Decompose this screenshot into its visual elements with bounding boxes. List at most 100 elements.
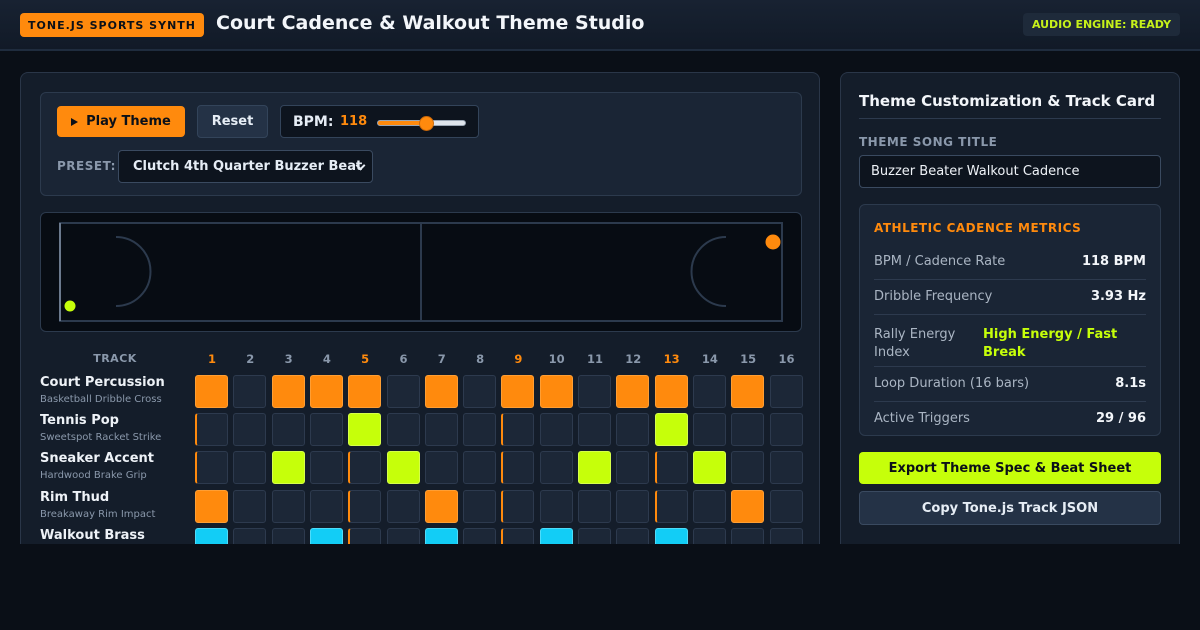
step-cell[interactable]: [539, 527, 573, 544]
step-cell[interactable]: [309, 375, 343, 408]
step-cell[interactable]: [578, 451, 611, 485]
step-cell[interactable]: [501, 451, 535, 485]
step-cell[interactable]: [309, 413, 343, 447]
step-cell[interactable]: [731, 451, 765, 485]
export-theme-button[interactable]: Export Theme Spec & Beat Sheet: [859, 452, 1161, 484]
step-cell[interactable]: [233, 527, 267, 544]
divider: [859, 118, 1161, 119]
step-cell[interactable]: [654, 375, 688, 408]
step-number: 9: [514, 352, 523, 366]
sequencer-header: TRACK 1 2 3 4 5 6 7 8 9 10 11 12 13 14 15 16: [21, 352, 819, 368]
step-cell[interactable]: [271, 375, 305, 408]
step-cell[interactable]: [616, 489, 650, 523]
step-cell[interactable]: [539, 375, 573, 408]
step-cell[interactable]: [731, 489, 765, 523]
step-cell[interactable]: [692, 489, 726, 523]
step-cell[interactable]: [501, 527, 535, 544]
step-cell[interactable]: [386, 413, 420, 447]
play-theme-button[interactable]: Play Theme: [57, 106, 185, 137]
step-cell[interactable]: [616, 413, 650, 447]
metrics-heading: ATHLETIC CADENCE METRICS: [874, 221, 1082, 235]
preset-select[interactable]: Clutch 4th Quarter Buzzer Beat: [118, 150, 373, 183]
step-cell[interactable]: [233, 413, 267, 447]
step-cell[interactable]: [692, 413, 726, 447]
step-cell[interactable]: [731, 375, 765, 408]
step-cell[interactable]: [348, 489, 382, 523]
step-cell[interactable]: [616, 451, 650, 485]
step-cell[interactable]: [578, 489, 611, 523]
step-cell[interactable]: [386, 375, 420, 408]
side-panel-title: Theme Customization & Track Card: [859, 92, 1156, 110]
step-cell[interactable]: [271, 489, 305, 523]
step-cell[interactable]: [654, 527, 688, 544]
basketball-marker: [765, 234, 781, 250]
bpm-slider[interactable]: [377, 116, 466, 131]
step-cell[interactable]: [348, 413, 382, 447]
copy-json-button[interactable]: Copy Tone.js Track JSON: [859, 491, 1161, 525]
step-cell[interactable]: [463, 375, 497, 408]
bpm-slider-thumb[interactable]: [418, 116, 434, 131]
step-cell[interactable]: [386, 489, 420, 523]
step-cell[interactable]: [233, 451, 267, 485]
step-cell[interactable]: [348, 451, 382, 485]
step-cell[interactable]: [769, 527, 803, 544]
step-cell[interactable]: [578, 413, 611, 447]
step-cell[interactable]: [654, 489, 688, 523]
step-cell[interactable]: [463, 413, 497, 447]
step-cell[interactable]: [233, 375, 267, 408]
step-cell[interactable]: [769, 375, 803, 408]
step-cell[interactable]: [692, 451, 726, 485]
step-cell[interactable]: [195, 451, 228, 485]
step-cell[interactable]: [195, 489, 228, 523]
step-cell[interactable]: [271, 527, 305, 544]
step-cell[interactable]: [501, 489, 535, 523]
step-number: 13: [663, 352, 680, 366]
step-cell[interactable]: [424, 413, 458, 447]
step-cell[interactable]: [195, 413, 228, 447]
step-cell[interactable]: [424, 375, 458, 408]
song-title-input[interactable]: Buzzer Beater Walkout Cadence: [859, 155, 1161, 188]
step-cell[interactable]: [769, 451, 803, 485]
step-cell[interactable]: [463, 527, 497, 544]
step-cell[interactable]: [731, 413, 765, 447]
step-cell[interactable]: [539, 451, 573, 485]
step-number: 14: [701, 352, 718, 366]
step-cell[interactable]: [386, 451, 420, 485]
step-cell[interactable]: [309, 527, 343, 544]
step-cell[interactable]: [654, 413, 688, 447]
step-cell[interactable]: [271, 451, 305, 485]
step-cell[interactable]: [654, 451, 688, 485]
step-cell[interactable]: [616, 527, 650, 544]
step-cell[interactable]: [463, 489, 497, 523]
step-cell[interactable]: [769, 489, 803, 523]
step-number: 2: [246, 352, 255, 366]
step-cell[interactable]: [463, 451, 497, 485]
step-cell[interactable]: [692, 375, 726, 408]
step-cell[interactable]: [501, 413, 535, 447]
step-cell[interactable]: [271, 413, 305, 447]
step-cell[interactable]: [386, 527, 420, 544]
step-cell[interactable]: [424, 451, 458, 485]
step-cell[interactable]: [348, 527, 382, 544]
step-cell[interactable]: [195, 375, 228, 408]
step-cell[interactable]: [539, 413, 573, 447]
step-cell[interactable]: [309, 489, 343, 523]
step-cell[interactable]: [424, 489, 458, 523]
track-row: Tennis Pop Sweetspot Racket Strike: [21, 413, 819, 447]
reset-button[interactable]: Reset: [197, 105, 268, 138]
preset-selected-value: Clutch 4th Quarter Buzzer Beat: [133, 159, 363, 174]
step-cell[interactable]: [309, 451, 343, 485]
step-cell[interactable]: [233, 489, 267, 523]
step-cell[interactable]: [692, 527, 726, 544]
step-number: 10: [548, 352, 565, 366]
step-cell[interactable]: [578, 527, 611, 544]
step-cell[interactable]: [539, 489, 573, 523]
step-cell[interactable]: [769, 413, 803, 447]
step-cell[interactable]: [578, 375, 611, 408]
step-cell[interactable]: [731, 527, 765, 544]
step-cell[interactable]: [348, 375, 382, 408]
step-cell[interactable]: [501, 375, 535, 408]
step-cell[interactable]: [195, 527, 228, 544]
step-cell[interactable]: [424, 527, 458, 544]
step-cell[interactable]: [616, 375, 650, 408]
